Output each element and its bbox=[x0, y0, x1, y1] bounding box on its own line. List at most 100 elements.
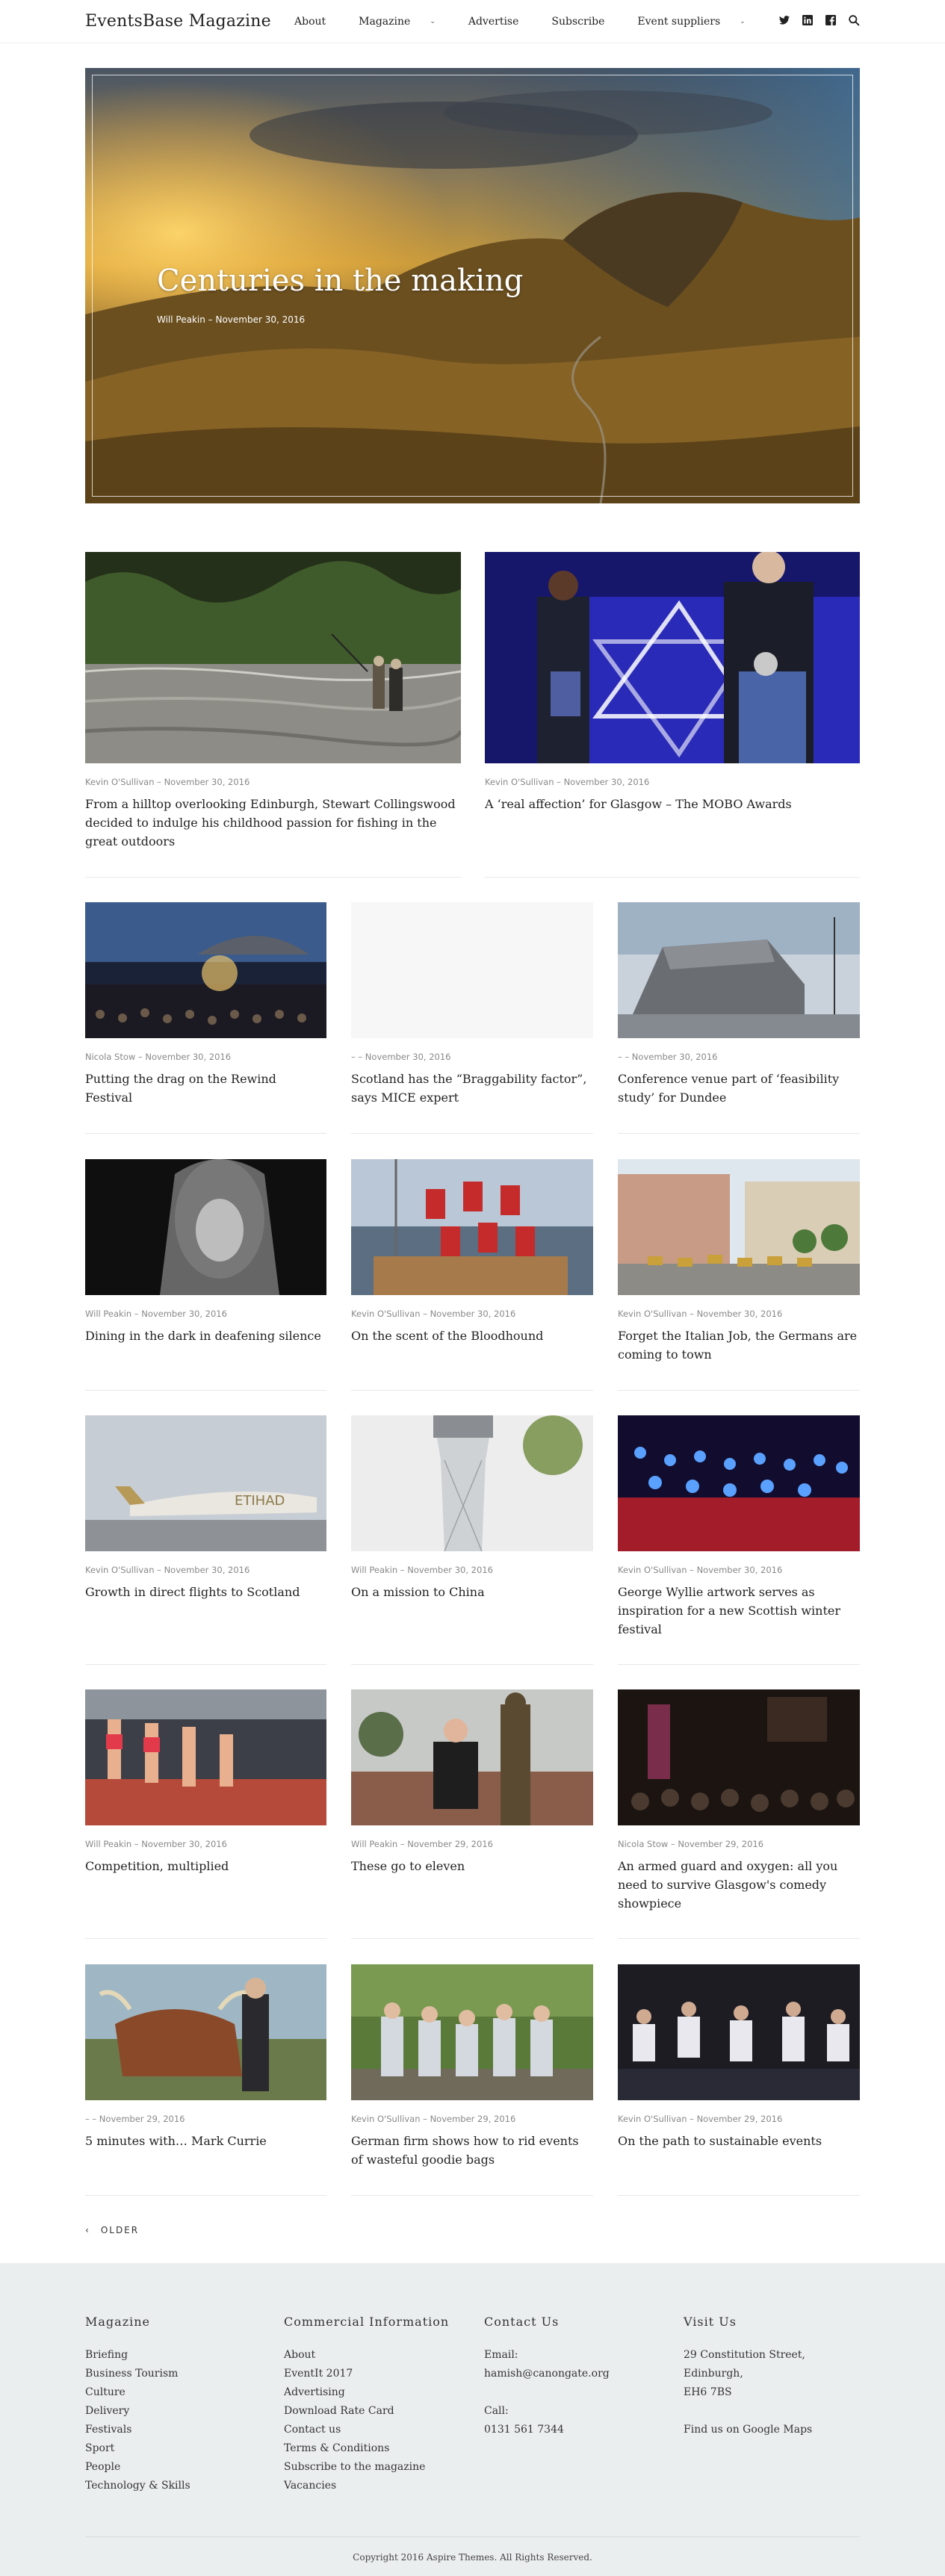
article-title[interactable]: 5 minutes with… Mark Currie bbox=[85, 2132, 326, 2150]
older-posts-link[interactable]: ‹ OLDER bbox=[85, 2225, 139, 2235]
hero-title[interactable]: Centuries in the making bbox=[157, 264, 523, 298]
article-card[interactable]: Kevin O'Sullivan – November 29, 2016 On … bbox=[618, 1964, 860, 2196]
nav-item-magazine[interactable]: Magazine ⌄ bbox=[359, 16, 452, 28]
footer-link[interactable]: Culture bbox=[85, 2383, 190, 2402]
footer-link[interactable]: Contact us bbox=[284, 2421, 449, 2439]
article-card[interactable]: Will Peakin – November 30, 2016 Dining i… bbox=[85, 1159, 326, 1391]
article-thumbnail bbox=[85, 902, 326, 1038]
article-title[interactable]: Growth in direct flights to Scotland bbox=[85, 1583, 326, 1601]
article-title[interactable]: Putting the drag on the Rewind Festival bbox=[85, 1070, 326, 1107]
card-divider bbox=[618, 2195, 860, 2196]
article-card[interactable]: Kevin O'Sullivan – November 30, 2016 Fro… bbox=[85, 552, 461, 878]
article-card[interactable]: Kevin O'Sullivan – November 30, 2016 On … bbox=[351, 1159, 593, 1391]
card-divider bbox=[351, 1664, 593, 1665]
article-card[interactable]: Will Peakin – November 30, 2016 Competit… bbox=[85, 1689, 326, 1939]
footer-link[interactable]: Sport bbox=[85, 2439, 190, 2458]
footer-spacer bbox=[684, 2402, 812, 2421]
article-meta: – – November 30, 2016 bbox=[351, 1052, 451, 1062]
article-meta: Kevin O'Sullivan – November 30, 2016 bbox=[85, 1565, 250, 1575]
featured-post[interactable]: Centuries in the making Will Peakin – No… bbox=[85, 68, 860, 503]
footer-link[interactable]: People bbox=[85, 2458, 190, 2477]
article-card[interactable]: Kevin O'Sullivan – November 29, 2016 Ger… bbox=[351, 1964, 593, 2196]
article-thumbnail bbox=[485, 552, 860, 763]
card-divider bbox=[85, 1664, 326, 1665]
article-title[interactable]: On the scent of the Bloodhound bbox=[351, 1326, 593, 1345]
linkedin-icon[interactable] bbox=[802, 14, 814, 26]
footer-link[interactable]: Festivals bbox=[85, 2421, 190, 2439]
article-thumbnail bbox=[618, 1415, 860, 1551]
article-meta: Nicola Stow – November 30, 2016 bbox=[85, 1052, 232, 1062]
nav-item-advertise[interactable]: Advertise bbox=[468, 16, 536, 28]
footer-map-link[interactable]: Find us on Google Maps bbox=[684, 2421, 812, 2439]
footer-link[interactable]: About bbox=[284, 2346, 449, 2365]
article-card[interactable]: Kevin O'Sullivan – November 30, 2016 For… bbox=[618, 1159, 860, 1391]
article-card[interactable]: Will Peakin – November 30, 2016 On a mis… bbox=[351, 1415, 593, 1665]
article-title[interactable]: These go to eleven bbox=[351, 1857, 593, 1875]
article-card[interactable]: – – November 30, 2016 Scotland has the “… bbox=[351, 902, 593, 1134]
twitter-icon[interactable] bbox=[778, 14, 790, 26]
footer-link[interactable]: Technology & Skills bbox=[85, 2477, 190, 2495]
site-logo[interactable]: EventsBase Magazine bbox=[85, 12, 271, 31]
article-title[interactable]: From a hilltop overlooking Edinburgh, St… bbox=[85, 795, 461, 851]
footer-link[interactable]: Delivery bbox=[85, 2402, 190, 2421]
footer-link[interactable]: EventIt 2017 bbox=[284, 2365, 449, 2383]
footer-link[interactable]: Download Rate Card bbox=[284, 2402, 449, 2421]
footer-link[interactable]: Business Tourism bbox=[85, 2365, 190, 2383]
footer-col-visit: Visit Us 29 Constitution Street, Edinbur… bbox=[684, 2315, 812, 2439]
card-divider bbox=[351, 1938, 593, 1939]
search-icon[interactable] bbox=[848, 14, 860, 26]
footer-heading: Magazine bbox=[85, 2315, 151, 2329]
article-card[interactable]: – – November 30, 2016 Conference venue p… bbox=[618, 902, 860, 1134]
nav-item-event-suppliers[interactable]: Event suppliers ⌄ bbox=[637, 16, 761, 28]
article-title[interactable]: George Wyllie artwork serves as inspirat… bbox=[618, 1583, 860, 1639]
footer-link[interactable]: Advertising bbox=[284, 2383, 449, 2402]
footer-email[interactable]: hamish@canongate.org bbox=[484, 2365, 610, 2383]
article-title[interactable]: German firm shows how to rid events of w… bbox=[351, 2132, 593, 2169]
article-card[interactable]: Kevin O'Sullivan – November 30, 2016 A ‘… bbox=[485, 552, 860, 878]
article-card[interactable]: Will Peakin – November 29, 2016 These go… bbox=[351, 1689, 593, 1939]
article-thumbnail bbox=[351, 1159, 593, 1295]
svg-text:ETIHAD: ETIHAD bbox=[235, 1493, 285, 1509]
article-card[interactable]: Nicola Stow – November 29, 2016 An armed… bbox=[618, 1689, 860, 1939]
article-card[interactable]: ETIHAD Kevin O'Sullivan – November 30, 2… bbox=[85, 1415, 326, 1665]
article-title[interactable]: Conference venue part of ‘feasibility st… bbox=[618, 1070, 860, 1107]
main-nav: About Magazine ⌄ Advertise Subscribe Even… bbox=[294, 16, 778, 28]
footer-link[interactable]: Terms & Conditions bbox=[284, 2439, 449, 2458]
article-title[interactable]: Forget the Italian Job, the Germans are … bbox=[618, 1326, 860, 1364]
footer-link[interactable]: Briefing bbox=[85, 2346, 190, 2365]
site-footer: Magazine Briefing Business Tourism Cultu… bbox=[0, 2263, 945, 2576]
footer-heading: Commercial Information bbox=[284, 2315, 450, 2329]
article-title[interactable]: On the path to sustainable events bbox=[618, 2132, 860, 2150]
nav-item-subscribe[interactable]: Subscribe bbox=[551, 16, 621, 28]
article-title[interactable]: On a mission to China bbox=[351, 1583, 593, 1601]
article-thumbnail bbox=[85, 552, 461, 763]
article-title[interactable]: Competition, multiplied bbox=[85, 1857, 326, 1875]
nav-item-about[interactable]: About bbox=[294, 16, 342, 28]
article-meta: – – November 30, 2016 bbox=[618, 1052, 718, 1062]
article-thumbnail bbox=[351, 1964, 593, 2100]
article-meta: Kevin O'Sullivan – November 30, 2016 bbox=[618, 1565, 783, 1575]
article-card[interactable]: Kevin O'Sullivan – November 30, 2016 Geo… bbox=[618, 1415, 860, 1665]
article-card[interactable]: – – November 29, 2016 5 minutes with… Ma… bbox=[85, 1964, 326, 2196]
facebook-icon[interactable] bbox=[825, 14, 837, 26]
card-divider bbox=[85, 1938, 326, 1939]
article-meta: Will Peakin – November 30, 2016 bbox=[85, 1839, 227, 1849]
footer-link[interactable]: Subscribe to the magazine bbox=[284, 2458, 449, 2477]
footer-phone[interactable]: 0131 561 7344 bbox=[484, 2421, 610, 2439]
article-meta: Will Peakin – November 29, 2016 bbox=[351, 1839, 493, 1849]
article-card[interactable]: Nicola Stow – November 30, 2016 Putting … bbox=[85, 902, 326, 1134]
article-meta: Will Peakin – November 30, 2016 bbox=[85, 1309, 227, 1319]
article-thumbnail bbox=[618, 1159, 860, 1295]
article-title[interactable]: Dining in the dark in deafening silence bbox=[85, 1326, 326, 1345]
footer-link[interactable]: Vacancies bbox=[284, 2477, 449, 2495]
article-meta: Kevin O'Sullivan – November 30, 2016 bbox=[351, 1309, 516, 1319]
article-title[interactable]: An armed guard and oxygen: all you need … bbox=[618, 1857, 860, 1913]
article-thumbnail bbox=[85, 1159, 326, 1295]
copyright: Copyright 2016 Aspire Themes. All Rights… bbox=[353, 2552, 592, 2563]
article-meta: Kevin O'Sullivan – November 30, 2016 bbox=[85, 777, 250, 787]
chevron-left-icon: ‹ bbox=[85, 2225, 90, 2235]
article-meta: – – November 29, 2016 bbox=[85, 2114, 185, 2124]
nav-label: Magazine bbox=[359, 16, 411, 28]
article-title[interactable]: Scotland has the “Braggability factor”, … bbox=[351, 1070, 593, 1107]
article-title[interactable]: A ‘real affection’ for Glasgow – The MOB… bbox=[485, 795, 860, 813]
